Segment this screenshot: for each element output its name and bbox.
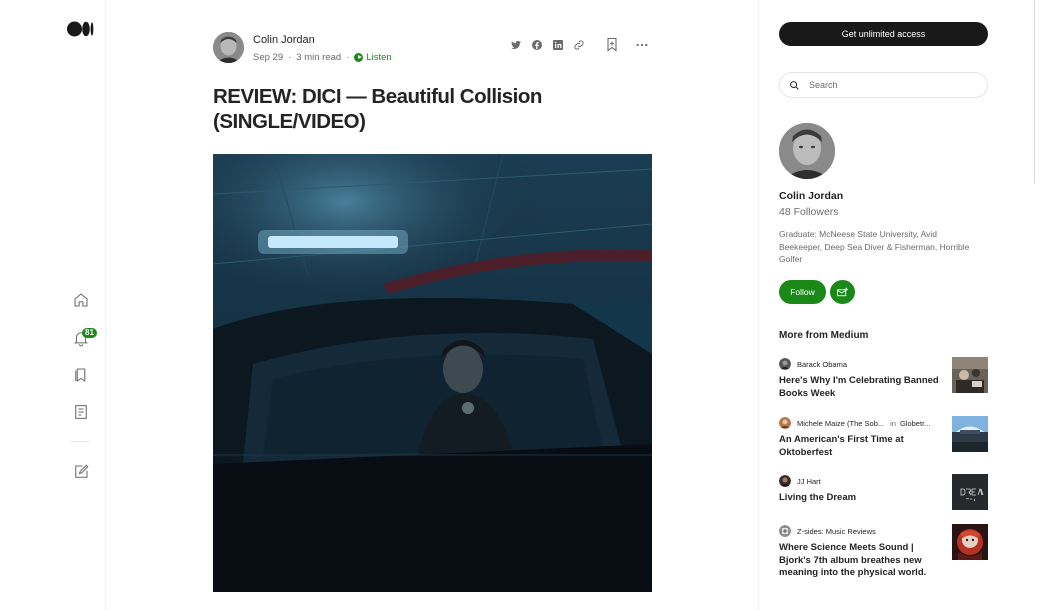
write-icon[interactable]: [71, 462, 91, 482]
followers-count[interactable]: 48 Followers: [779, 206, 839, 218]
article-meta: Sep 29 · 3 min read · Listen: [253, 52, 392, 63]
follow-button[interactable]: Follow: [779, 280, 826, 304]
author-name[interactable]: Colin Jordan: [253, 34, 315, 46]
author-avatar[interactable]: [213, 32, 244, 63]
meta-separator: ·: [288, 52, 292, 63]
rail-divider: [71, 441, 89, 442]
story-in-label: in: [890, 418, 896, 428]
twitter-icon[interactable]: [509, 38, 522, 51]
home-icon[interactable]: [71, 290, 91, 310]
avatar: [779, 475, 791, 487]
profile-name[interactable]: Colin Jordan: [779, 190, 843, 202]
avatar: [779, 417, 791, 429]
article-title: REVIEW: DICI — Beautiful Collision (SING…: [213, 85, 542, 133]
scrollbar[interactable]: [1034, 0, 1035, 183]
listen-label: Listen: [366, 52, 392, 63]
story-title: Here's Why I'm Celebrating Banned Books …: [779, 375, 939, 399]
linkedin-icon[interactable]: [551, 38, 564, 51]
publish-date: Sep 29: [253, 52, 284, 63]
subscribe-button[interactable]: [830, 280, 855, 304]
read-time: 3 min read: [296, 52, 342, 63]
left-nav-rail: 81: [0, 0, 106, 610]
story-author: Michele Maize (The Sob...: [797, 418, 885, 428]
profile-avatar[interactable]: [779, 123, 835, 179]
meta-separator: ·: [346, 52, 350, 63]
search-input[interactable]: [809, 80, 969, 90]
search-icon: [790, 80, 799, 90]
story-publication[interactable]: Globetr...: [900, 419, 930, 428]
avatar: [779, 525, 791, 537]
share-actions: [509, 38, 585, 51]
play-icon: [354, 53, 364, 62]
story-title: An American's First Time at Oktoberfest: [779, 434, 904, 458]
story-thumbnail[interactable]: [952, 524, 988, 560]
story-title: Where Science Meets Sound | Bjork's 7th …: [779, 542, 927, 579]
story-author: JJ Hart: [797, 476, 821, 486]
more-icon[interactable]: [635, 38, 649, 52]
lists-icon[interactable]: [71, 365, 91, 385]
subscribe-mail-icon: [837, 287, 848, 296]
link-icon[interactable]: [572, 38, 585, 51]
search-field[interactable]: [779, 72, 988, 98]
bookmark-icon[interactable]: [605, 37, 619, 52]
story-title: Living the Dream: [779, 492, 857, 503]
story-thumbnail[interactable]: [952, 416, 988, 452]
profile-bio: Graduate: McNeese State University, Avid…: [779, 229, 970, 265]
more-from-heading: More from Medium: [779, 330, 869, 341]
listen-button[interactable]: Listen: [354, 52, 392, 63]
story-author: Barack Obama: [797, 359, 848, 369]
story-thumbnail[interactable]: [952, 474, 988, 510]
article-hero-image: [213, 154, 652, 592]
notification-count-badge: 81: [82, 328, 97, 338]
medium-logo-icon[interactable]: [67, 21, 94, 37]
avatar: [779, 358, 791, 370]
facebook-icon[interactable]: [530, 38, 543, 51]
story-thumbnail[interactable]: [952, 357, 988, 393]
stories-icon[interactable]: [71, 402, 91, 422]
get-unlimited-access-button[interactable]: Get unlimited access: [779, 22, 988, 46]
story-author: Z-sides: Music Reviews: [797, 526, 876, 536]
